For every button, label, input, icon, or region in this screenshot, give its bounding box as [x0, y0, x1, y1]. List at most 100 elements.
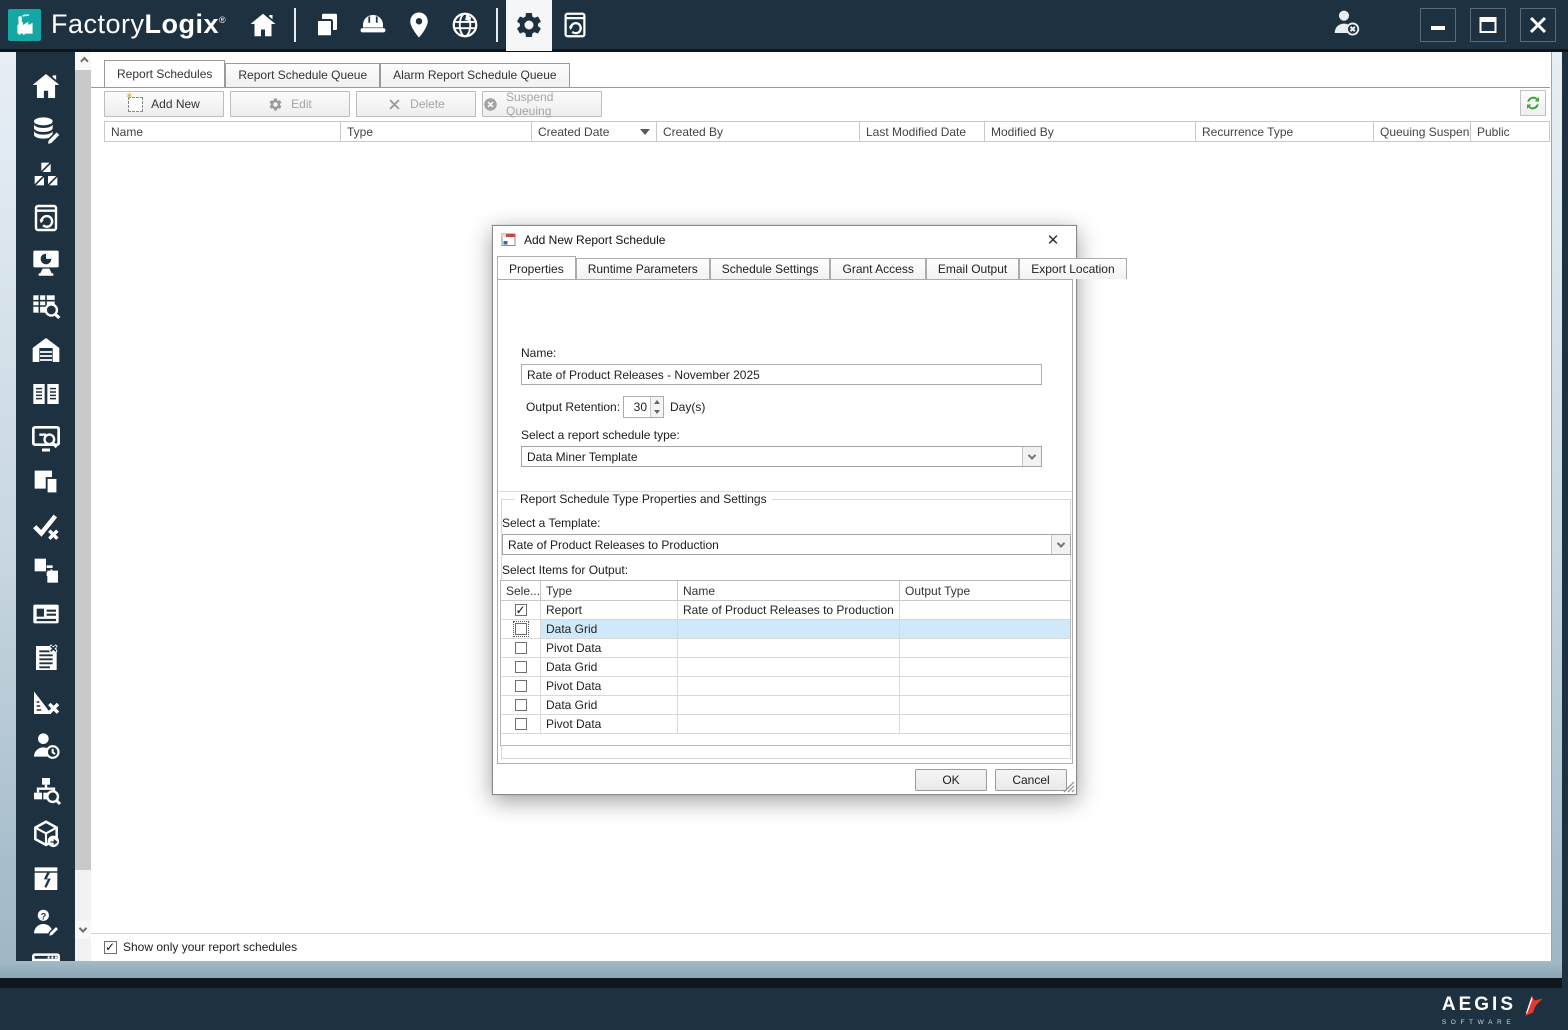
column-header-created-by[interactable]: Created By — [657, 122, 860, 141]
items-row-data-grid[interactable]: Data Grid — [501, 696, 1070, 715]
suspend-queuing-button[interactable]: Suspend Queuing — [482, 90, 602, 118]
scroll-down-button[interactable] — [75, 921, 91, 939]
global-nav-icon[interactable] — [442, 2, 488, 48]
tab-schedule-settings[interactable]: Schedule Settings — [709, 258, 831, 279]
window-icon[interactable] — [27, 948, 65, 961]
close-button[interactable] — [1520, 7, 1556, 42]
nav-separator — [496, 7, 499, 42]
cube-arrow-icon[interactable] — [27, 816, 65, 851]
resize-grip[interactable] — [1063, 781, 1075, 793]
settings-gear-icon[interactable] — [506, 0, 553, 51]
top-nav — [240, 0, 598, 51]
column-header-name[interactable]: Name — [105, 122, 341, 141]
logout-user-icon[interactable] — [1330, 7, 1362, 42]
tab-report-schedule-queue[interactable]: Report Schedule Queue — [225, 63, 381, 87]
scroll-up-button[interactable] — [75, 52, 91, 70]
ok-button[interactable]: OK — [915, 769, 987, 791]
documents-icon[interactable] — [27, 464, 65, 499]
user-clock-icon[interactable] — [27, 728, 65, 763]
user-question-icon[interactable] — [27, 904, 65, 939]
tab-grant-access[interactable]: Grant Access — [830, 258, 926, 279]
warehouse-icon[interactable] — [27, 332, 65, 367]
row-checkbox[interactable] — [512, 621, 529, 637]
edit-gear-icon — [268, 97, 283, 112]
row-checkbox[interactable] — [514, 718, 527, 730]
delete-button[interactable]: Delete — [356, 91, 476, 117]
documents-nav-icon[interactable] — [304, 2, 350, 48]
output-retention-value[interactable]: 30 — [624, 397, 650, 417]
edit-button[interactable]: Edit — [230, 91, 350, 117]
sidebar-scrollbar[interactable] — [75, 52, 91, 961]
open-book-icon[interactable] — [27, 376, 65, 411]
tab-email-output[interactable]: Email Output — [925, 258, 1020, 279]
items-row-report[interactable]: Report Rate of Product Releases to Produ… — [501, 601, 1070, 620]
history-log-icon[interactable] — [552, 2, 598, 48]
maximize-button[interactable] — [1470, 7, 1506, 42]
schedule-type-combo[interactable]: Data Miner Template — [521, 446, 1042, 467]
box-broken-icon[interactable] — [27, 860, 65, 895]
tracking-nav-icon[interactable] — [396, 2, 442, 48]
table-search-icon[interactable] — [27, 288, 65, 323]
items-row-data-grid[interactable]: Data Grid — [501, 658, 1070, 677]
name-label: Name: — [521, 346, 557, 360]
column-header-queuing-suspended[interactable]: Queuing Suspen... — [1374, 122, 1471, 141]
scrollbar-thumb[interactable] — [75, 70, 91, 870]
column-header-created-date[interactable]: Created Date — [532, 122, 657, 141]
items-row-pivot-data[interactable]: Pivot Data — [501, 715, 1070, 734]
minimize-button[interactable] — [1420, 7, 1456, 42]
combo-dropdown-icon[interactable] — [1022, 447, 1041, 466]
transfer-icon[interactable] — [27, 552, 65, 587]
output-retention-spinner[interactable]: 30 — [623, 396, 664, 418]
row-checkbox[interactable] — [514, 661, 527, 673]
items-row-data-grid-selected[interactable]: Data Grid — [501, 620, 1070, 639]
column-header-recurrence-type[interactable]: Recurrence Type — [1196, 122, 1374, 141]
name-input[interactable] — [521, 364, 1042, 385]
spin-down-icon[interactable] — [651, 407, 663, 417]
book-history-icon[interactable] — [27, 200, 65, 235]
id-card-icon[interactable] — [27, 596, 65, 631]
aegis-logo: AEGIS SOFTWARE — [1442, 992, 1546, 1026]
dialog-title-bar[interactable]: Add New Report Schedule ✕ — [493, 226, 1076, 254]
row-checkbox[interactable] — [514, 699, 527, 711]
monitor-search-icon[interactable] — [27, 420, 65, 455]
footer-bar: AEGIS SOFTWARE — [0, 978, 1568, 1030]
items-row-pivot-data[interactable]: Pivot Data — [501, 639, 1070, 658]
list-x-icon[interactable] — [27, 640, 65, 675]
cancel-button[interactable]: Cancel — [995, 769, 1067, 791]
home-icon[interactable] — [27, 68, 65, 103]
tab-runtime-parameters[interactable]: Runtime Parameters — [575, 258, 710, 279]
tab-properties[interactable]: Properties — [497, 256, 576, 279]
show-only-checkbox[interactable] — [104, 940, 117, 954]
org-search-icon[interactable] — [27, 772, 65, 807]
template-combo[interactable]: Rate of Product Releases to Production — [502, 534, 1071, 555]
combo-dropdown-icon[interactable] — [1051, 535, 1070, 554]
monitor-chart-icon[interactable] — [27, 244, 65, 279]
tab-alarm-report-schedule-queue[interactable]: Alarm Report Schedule Queue — [380, 63, 570, 87]
row-checkbox[interactable] — [514, 603, 527, 617]
aegis-software-label: SOFTWARE — [1441, 1019, 1516, 1026]
home-nav-icon[interactable] — [240, 2, 286, 48]
production-nav-icon[interactable] — [350, 2, 396, 48]
dialog-close-icon[interactable]: ✕ — [1038, 227, 1068, 253]
row-checkbox[interactable] — [514, 680, 527, 692]
main-tabs: Report Schedules Report Schedule Queue A… — [104, 60, 570, 87]
column-header-modified-by[interactable]: Modified By — [985, 122, 1196, 141]
ruler-x-icon[interactable] — [27, 684, 65, 719]
output-items-grid: Sele... Type Name Output Type Report Rat… — [500, 580, 1071, 746]
tab-export-location[interactable]: Export Location — [1019, 258, 1127, 279]
materials-blocks-icon[interactable] — [27, 156, 65, 191]
sort-desc-icon — [640, 128, 650, 135]
row-checkbox[interactable] — [514, 642, 527, 654]
database-edit-icon[interactable] — [27, 112, 65, 147]
column-header-type[interactable]: Type — [341, 122, 532, 141]
add-new-button[interactable]: Add New — [104, 91, 224, 117]
check-x-icon[interactable] — [27, 508, 65, 543]
tab-report-schedules[interactable]: Report Schedules — [104, 60, 226, 87]
column-header-public[interactable]: Public — [1471, 122, 1549, 141]
template-value: Rate of Product Releases to Production — [508, 537, 719, 552]
column-header-last-modified-date[interactable]: Last Modified Date — [860, 122, 985, 141]
refresh-button[interactable] — [1520, 90, 1546, 116]
items-row-pivot-data[interactable]: Pivot Data — [501, 677, 1070, 696]
app-title: FactoryLogix® — [51, 9, 227, 39]
spin-up-icon[interactable] — [651, 397, 663, 407]
